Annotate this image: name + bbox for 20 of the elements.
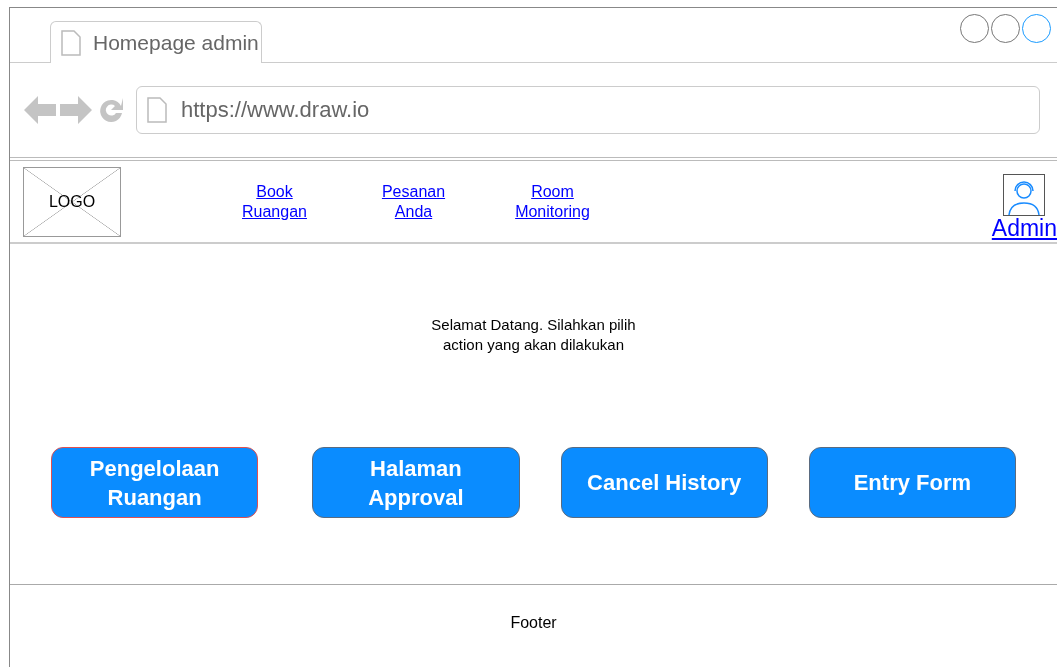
action-button[interactable]: Cancel History — [560, 447, 768, 518]
back-arrow-icon[interactable] — [24, 95, 56, 125]
admin-link[interactable]: Admin — [991, 215, 1057, 240]
footer-text: Footer — [510, 614, 557, 632]
tab-title: Homepage admin — [93, 30, 259, 55]
address-bar[interactable]: https://www.draw.io — [136, 86, 1040, 134]
forward-arrow-icon[interactable] — [60, 95, 92, 125]
nav-link[interactable]: Book Ruangan — [205, 181, 344, 222]
action-button[interactable]: Pengelolaan Ruangan — [51, 447, 259, 518]
document-icon — [61, 29, 81, 56]
nav-link[interactable]: Room Monitoring — [483, 181, 622, 222]
user-avatar-icon — [1003, 173, 1046, 216]
action-button[interactable]: Entry Form — [808, 447, 1016, 518]
document-icon — [147, 97, 167, 123]
logo-text: LOGO — [48, 192, 96, 211]
url-text: https://www.draw.io — [181, 97, 370, 123]
browser-tab[interactable]: Homepage admin — [50, 21, 262, 63]
action-button[interactable]: Halaman Approval — [312, 447, 520, 518]
welcome-text: Selamat Datang. Silahkan pilih action yang akan dilakukan — [430, 315, 637, 355]
nav-link[interactable]: Pesanan Anda — [344, 181, 483, 222]
